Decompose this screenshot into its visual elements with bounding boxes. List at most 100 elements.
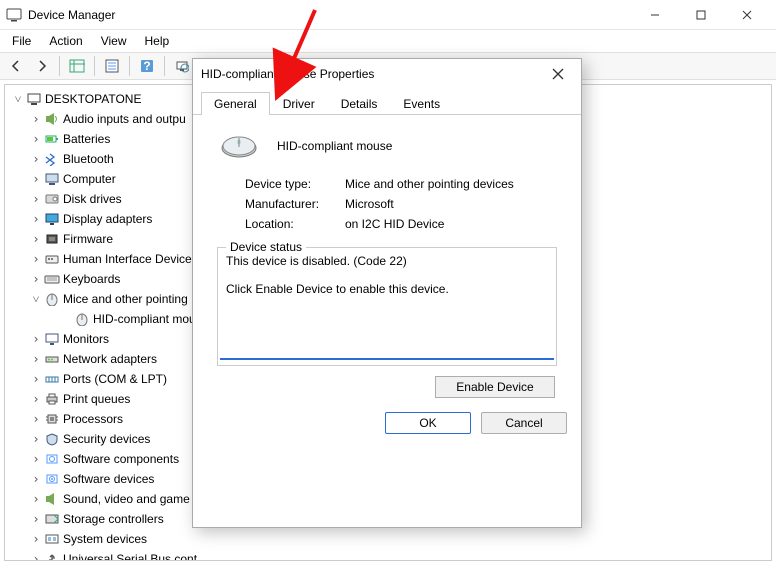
expand-icon[interactable]: ›	[29, 132, 43, 146]
cpu-icon	[43, 412, 61, 426]
expand-icon[interactable]: ›	[29, 532, 43, 546]
expand-icon[interactable]: ›	[29, 212, 43, 226]
expand-icon[interactable]: ›	[29, 412, 43, 426]
tree-item-label: Software components	[61, 452, 179, 466]
expand-icon[interactable]: ›	[29, 192, 43, 206]
dialog-close-button[interactable]	[543, 59, 573, 89]
tree-item-label: Ports (COM & LPT)	[61, 372, 167, 386]
tab-general[interactable]: General	[201, 92, 270, 115]
tree-item-label: Human Interface Device	[61, 252, 192, 266]
tree-item-label: Firmware	[61, 232, 113, 246]
expand-icon[interactable]: ›	[29, 552, 43, 561]
expand-icon[interactable]: ›	[29, 272, 43, 286]
dialog-title: HID-compliant Mouse Properties	[201, 67, 543, 81]
device-type-value: Mice and other pointing devices	[345, 177, 514, 191]
system-icon	[43, 532, 61, 546]
speaker-icon	[43, 112, 61, 126]
expand-icon[interactable]: ›	[29, 432, 43, 446]
mouse-icon	[219, 133, 259, 159]
keyboard-icon	[43, 272, 61, 286]
back-button[interactable]	[4, 54, 28, 78]
window-title: Device Manager	[28, 8, 632, 22]
menu-view[interactable]: View	[93, 32, 135, 50]
device-name: HID-compliant mouse	[277, 139, 392, 153]
close-button[interactable]	[724, 0, 770, 30]
app-icon	[6, 7, 22, 23]
device-status-legend: Device status	[226, 240, 306, 254]
device-status-text[interactable]	[220, 250, 554, 360]
menu-action[interactable]: Action	[41, 32, 90, 50]
show-hide-tree-button[interactable]	[65, 54, 89, 78]
dialog-title-bar[interactable]: HID-compliant Mouse Properties	[193, 59, 581, 89]
maximize-button[interactable]	[678, 0, 724, 30]
scan-button[interactable]	[170, 54, 194, 78]
tab-events[interactable]: Events	[390, 92, 453, 115]
tree-item-label: Network adapters	[61, 352, 157, 366]
tree-item[interactable]: ›System devices	[25, 529, 769, 549]
expand-icon[interactable]: ˅	[29, 292, 43, 307]
cancel-button[interactable]: Cancel	[481, 412, 567, 434]
bluetooth-icon	[43, 152, 61, 166]
properties-dialog: HID-compliant Mouse Properties General D…	[192, 58, 582, 528]
collapse-icon[interactable]: ˅	[11, 92, 25, 107]
ok-button[interactable]: OK	[385, 412, 471, 434]
menu-file[interactable]: File	[4, 32, 39, 50]
expand-icon[interactable]: ›	[29, 232, 43, 246]
display-icon	[43, 212, 61, 226]
expand-icon[interactable]: ›	[29, 152, 43, 166]
tree-item-label: Mice and other pointing	[61, 292, 188, 306]
tree-item-label: Computer	[61, 172, 116, 186]
tree-item-label: Keyboards	[61, 272, 120, 286]
tree-item-label: Security devices	[61, 432, 150, 446]
battery-icon	[43, 132, 61, 146]
tree-item-label: Sound, video and game	[61, 492, 190, 506]
help-button[interactable]: ?	[135, 54, 159, 78]
expand-icon[interactable]: ›	[29, 452, 43, 466]
tree-item-label: Bluetooth	[61, 152, 114, 166]
toolbar-separator	[94, 56, 95, 76]
window-controls	[632, 0, 770, 30]
tree-item[interactable]: ›Universal Serial Bus cont	[25, 549, 769, 561]
tab-driver[interactable]: Driver	[270, 92, 328, 115]
network-icon	[43, 352, 61, 366]
mouse-icon	[73, 312, 91, 326]
menu-bar: File Action View Help	[0, 30, 776, 52]
svg-text:?: ?	[143, 59, 150, 73]
expand-icon[interactable]: ›	[29, 352, 43, 366]
expand-icon[interactable]: ›	[29, 112, 43, 126]
expand-icon[interactable]: ›	[29, 372, 43, 386]
enable-device-button[interactable]: Enable Device	[435, 376, 555, 398]
mouse-icon	[43, 292, 61, 306]
properties-button[interactable]	[100, 54, 124, 78]
manufacturer-label: Manufacturer:	[245, 197, 345, 211]
tree-item-label: HID-compliant mou	[91, 312, 196, 326]
tree-item-label: Display adapters	[61, 212, 152, 226]
tree-item-label: Monitors	[61, 332, 109, 346]
expand-icon[interactable]: ›	[29, 472, 43, 486]
menu-help[interactable]: Help	[137, 32, 178, 50]
firmware-icon	[43, 232, 61, 246]
location-label: Location:	[245, 217, 345, 231]
expand-icon[interactable]: ›	[29, 492, 43, 506]
tree-item-label: Storage controllers	[61, 512, 164, 526]
expand-icon[interactable]: ›	[29, 512, 43, 526]
minimize-button[interactable]	[632, 0, 678, 30]
disk-icon	[43, 192, 61, 206]
expand-icon[interactable]: ›	[29, 252, 43, 266]
printer-icon	[43, 392, 61, 406]
port-icon	[43, 372, 61, 386]
swdev-icon	[43, 472, 61, 486]
tree-item-label: Disk drives	[61, 192, 122, 206]
toolbar-separator	[129, 56, 130, 76]
location-value: on I2C HID Device	[345, 217, 444, 231]
device-status-group: Device status	[217, 247, 557, 366]
expand-icon[interactable]: ›	[29, 392, 43, 406]
tree-item-label: Software devices	[61, 472, 154, 486]
expand-icon[interactable]: ›	[29, 332, 43, 346]
tab-strip: General Driver Details Events	[193, 91, 581, 115]
forward-button[interactable]	[30, 54, 54, 78]
dialog-button-row: OK Cancel	[193, 398, 581, 448]
toolbar-separator	[164, 56, 165, 76]
tab-details[interactable]: Details	[328, 92, 391, 115]
expand-icon[interactable]: ›	[29, 172, 43, 186]
